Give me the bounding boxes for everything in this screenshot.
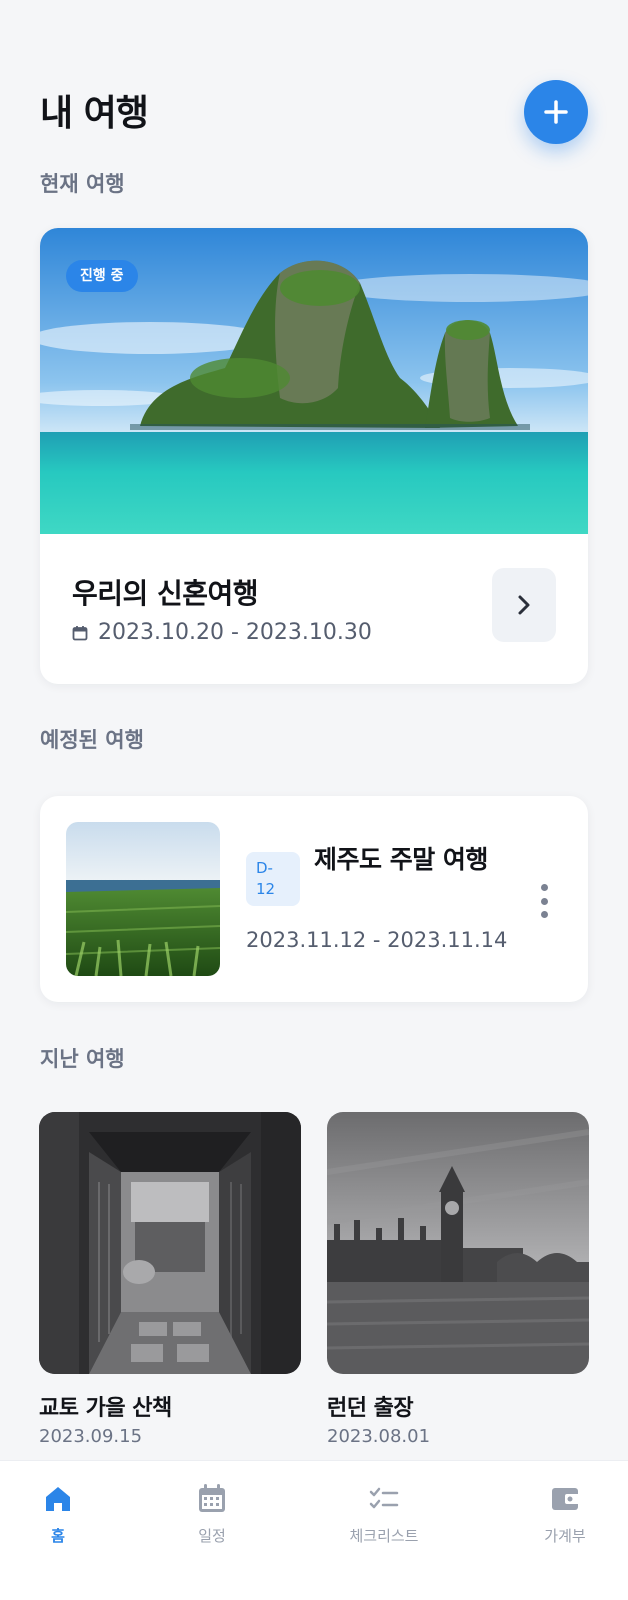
header: 내 여행 (40, 80, 588, 144)
nav-item-budget[interactable]: 가계부 (515, 1483, 615, 1546)
nav-label: 체크리스트 (349, 1527, 419, 1545)
current-trip-title: 우리의 신혼여행 (72, 577, 259, 610)
calendar-icon (72, 625, 88, 640)
past-trip-card[interactable]: 런던 출장 2023.08.01 (327, 1112, 589, 1447)
past-trip-date: 2023.09.15 (39, 1426, 143, 1447)
section-title-upcoming: 예정된 여행 (40, 728, 144, 752)
past-trip-title: 교토 가을 산책 (39, 1396, 172, 1421)
past-trip-title: 런던 출장 (327, 1396, 414, 1421)
page-title: 내 여행 (40, 93, 149, 134)
open-trip-button[interactable] (492, 568, 556, 642)
past-trip-image-kyoto (39, 1112, 301, 1374)
past-trip-image-london (327, 1112, 589, 1374)
bottom-nav: 홈 일정 체크리스트 가계부 (0, 1460, 628, 1600)
wallet-icon (552, 1488, 580, 1510)
past-trip-card[interactable]: 교토 가을 산책 2023.09.15 (39, 1112, 301, 1447)
upcoming-trip-title: 제주도 주말 여행 (314, 845, 488, 874)
calendar-grid-icon (199, 1484, 225, 1512)
nav-label: 가계부 (544, 1527, 586, 1545)
section-title-current: 현재 여행 (40, 172, 125, 196)
past-trip-date: 2023.08.01 (327, 1426, 431, 1447)
nav-label: 홈 (51, 1527, 65, 1545)
dday-badge: D-12 (246, 852, 300, 906)
upcoming-trip-card[interactable]: D-12 제주도 주말 여행 2023.11.12 - 2023.11.14 (40, 796, 588, 1002)
upcoming-trip-thumbnail (66, 822, 220, 976)
current-trip-dates: 2023.10.20 - 2023.10.30 (72, 620, 372, 645)
add-trip-button[interactable] (524, 80, 588, 144)
nav-item-schedule[interactable]: 일정 (162, 1483, 262, 1546)
current-trip-dates-text: 2023.10.20 - 2023.10.30 (98, 620, 372, 645)
nav-item-checklist[interactable]: 체크리스트 (334, 1483, 434, 1546)
nav-item-home[interactable]: 홈 (8, 1483, 108, 1546)
nav-label: 일정 (198, 1527, 226, 1545)
chevron-right-icon (518, 595, 530, 615)
home-icon (46, 1487, 70, 1511)
checklist-icon (369, 1487, 399, 1509)
status-badge: 진행 중 (66, 260, 138, 292)
more-vertical-icon[interactable] (534, 884, 554, 918)
plus-icon (544, 100, 568, 124)
section-title-past: 지난 여행 (40, 1047, 125, 1071)
upcoming-trip-dates: 2023.11.12 - 2023.11.14 (246, 928, 508, 952)
current-trip-card[interactable]: 진행 중 우리의 신혼여행 2023.10.20 - 2023.10.30 (40, 228, 588, 684)
